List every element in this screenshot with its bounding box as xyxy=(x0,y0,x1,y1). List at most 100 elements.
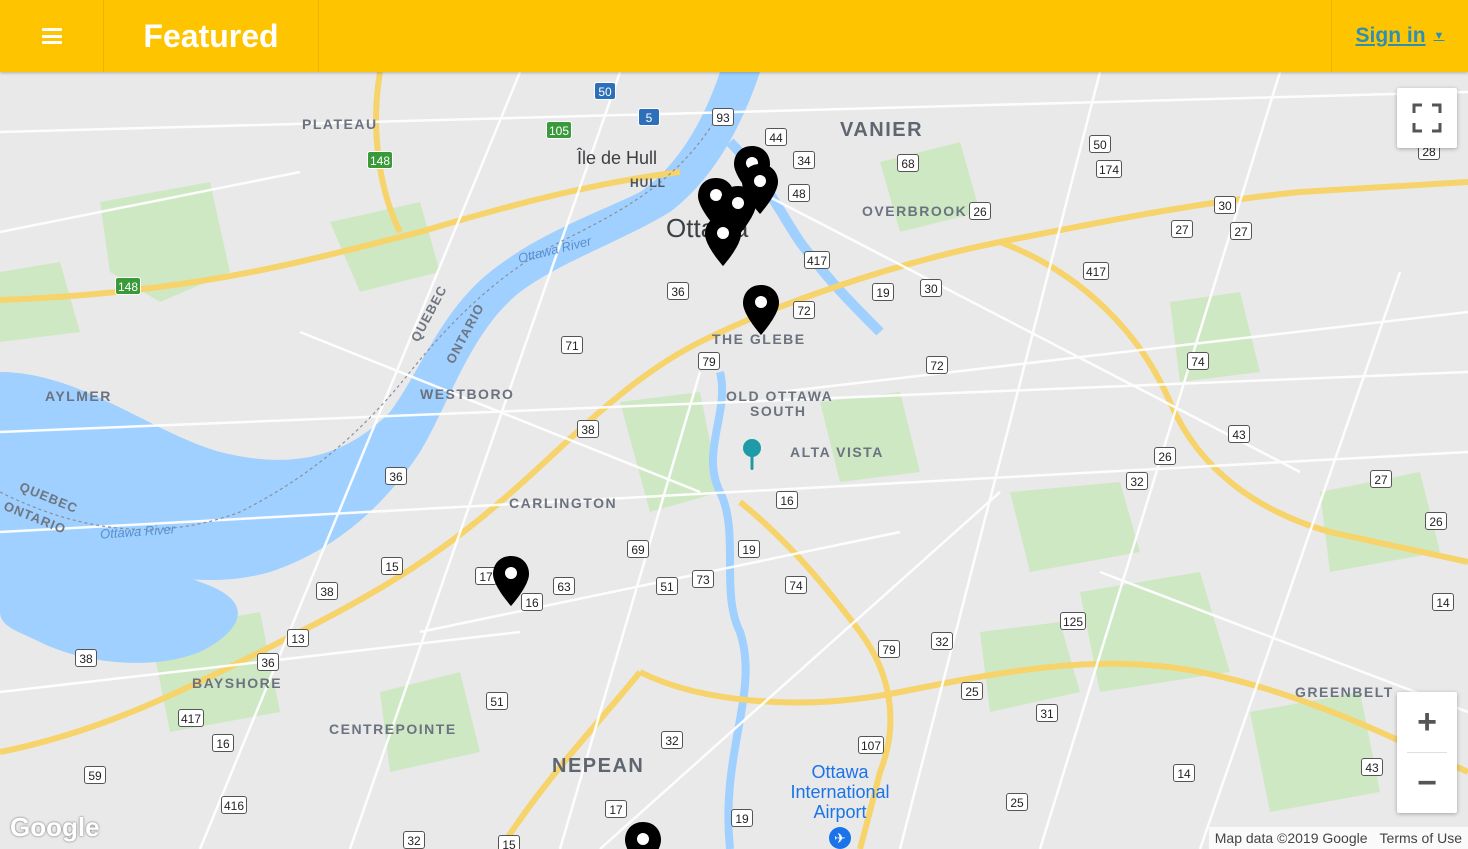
route-shield: 15 xyxy=(498,835,520,849)
route-shield: 27 xyxy=(1230,222,1252,240)
route-shield: 32 xyxy=(1126,472,1148,490)
route-shield: 43 xyxy=(1361,758,1383,776)
route-shield: 72 xyxy=(926,356,948,374)
label-ile-de-hull: Île de Hull xyxy=(577,148,658,168)
route-shield: 43 xyxy=(1228,425,1250,443)
map-pin[interactable] xyxy=(623,820,663,849)
route-shield: 15 xyxy=(381,557,403,575)
label-westboro: WESTBORO xyxy=(420,386,515,402)
route-shield: 148 xyxy=(115,277,142,295)
route-shield: 51 xyxy=(656,577,678,595)
route-shield: 174 xyxy=(1096,160,1123,178)
route-shield: 74 xyxy=(1187,352,1209,370)
page-title: Featured xyxy=(143,17,279,54)
route-shield: 417 xyxy=(804,251,831,269)
terms-of-use-link[interactable]: Terms of Use xyxy=(1374,830,1468,846)
airport-icon: ✈ xyxy=(829,827,851,849)
location-pin-icon xyxy=(743,439,761,470)
map-pin[interactable] xyxy=(703,214,743,268)
route-shield: 48 xyxy=(788,184,810,202)
route-shield: 32 xyxy=(403,831,425,849)
map-pin-icon xyxy=(493,556,529,606)
route-shield: 5 xyxy=(638,108,660,126)
route-shield: 72 xyxy=(793,301,815,319)
map-pin-icon xyxy=(625,822,661,849)
route-shield: 34 xyxy=(793,151,815,169)
route-shield: 74 xyxy=(785,576,807,594)
route-shield: 68 xyxy=(897,154,919,172)
fullscreen-icon xyxy=(1412,103,1442,133)
route-shield: 26 xyxy=(1425,512,1447,530)
label-nepean: NEPEAN xyxy=(552,755,645,777)
route-shield: 19 xyxy=(872,283,894,301)
menu-button[interactable] xyxy=(0,0,104,72)
route-shield: 31 xyxy=(1036,704,1058,722)
signin-link[interactable]: Sign in ▼ xyxy=(1356,24,1445,48)
route-shield: 14 xyxy=(1432,593,1454,611)
route-shield: 27 xyxy=(1171,220,1193,238)
route-shield: 38 xyxy=(75,649,97,667)
route-shield: 148 xyxy=(367,151,394,169)
route-shield: 50 xyxy=(1089,135,1111,153)
route-shield: 79 xyxy=(698,352,720,370)
label-airport: Ottawa International Airport xyxy=(785,762,895,822)
route-shield: 38 xyxy=(577,420,599,438)
route-shield: 417 xyxy=(1083,262,1110,280)
hamburger-icon xyxy=(41,28,62,44)
route-shield: 105 xyxy=(546,121,573,139)
label-airport-line-3: Airport xyxy=(813,802,867,822)
route-shield: 50 xyxy=(594,82,616,100)
route-shield: 73 xyxy=(692,570,714,588)
route-shield: 17 xyxy=(605,800,627,818)
signin-cell: Sign in ▼ xyxy=(1331,0,1468,72)
route-shield: 36 xyxy=(667,282,689,300)
route-shield: 51 xyxy=(486,692,508,710)
map-attribution: Map data ©2019 Google Terms of Use xyxy=(1208,827,1468,849)
zoom-controls: + − xyxy=(1397,692,1457,813)
current-location-pin[interactable] xyxy=(741,438,763,472)
route-shield: 32 xyxy=(661,731,683,749)
route-shield: 125 xyxy=(1060,612,1087,630)
route-shield: 14 xyxy=(1173,764,1195,782)
caret-down-icon: ▼ xyxy=(1433,30,1445,42)
map-pin[interactable] xyxy=(741,283,781,337)
label-bayshore: BAYSHORE xyxy=(192,675,283,691)
route-shield: 26 xyxy=(969,202,991,220)
label-carlington: CARLINGTON xyxy=(509,495,618,511)
label-centrepointe: CENTREPOINTE xyxy=(329,721,457,737)
label-hull: HULL xyxy=(630,176,666,190)
label-overbrook: OVERBROOK xyxy=(862,203,968,219)
map-pin-icon xyxy=(743,285,779,335)
label-plateau: PLATEAU xyxy=(302,116,378,132)
route-shield: 36 xyxy=(257,653,279,671)
route-shield: 16 xyxy=(776,491,798,509)
route-shield: 63 xyxy=(553,577,575,595)
title-cell: Featured xyxy=(104,0,319,72)
fullscreen-button[interactable] xyxy=(1397,88,1457,148)
route-shield: 36 xyxy=(385,467,407,485)
route-shield: 25 xyxy=(1006,793,1028,811)
map-pin[interactable] xyxy=(491,554,531,608)
label-south: SOUTH xyxy=(750,403,807,419)
route-shield: 71 xyxy=(561,336,583,354)
route-shield: 16 xyxy=(212,734,234,752)
label-aylmer: AYLMER xyxy=(45,388,112,404)
zoom-out-button[interactable]: − xyxy=(1397,753,1457,813)
route-shield: 59 xyxy=(84,766,106,784)
label-old-ottawa: OLD OTTAWA xyxy=(726,388,834,404)
zoom-in-button[interactable]: + xyxy=(1397,692,1457,752)
route-shield: 26 xyxy=(1154,447,1176,465)
signin-label: Sign in xyxy=(1355,24,1426,47)
route-shield: 416 xyxy=(221,796,248,814)
route-shield: 93 xyxy=(712,108,734,126)
route-shield: 30 xyxy=(920,279,942,297)
route-shield: 417 xyxy=(178,709,205,727)
app-header: Featured Sign in ▼ xyxy=(0,0,1468,72)
route-shield: 25 xyxy=(961,682,983,700)
route-shield: 19 xyxy=(731,809,753,827)
route-shield: 69 xyxy=(627,540,649,558)
map[interactable]: VANIER PLATEAU OVERBROOK Île de Hull HUL… xyxy=(0,72,1468,849)
label-alta-vista: ALTA VISTA xyxy=(790,444,884,460)
route-shield: 38 xyxy=(316,582,338,600)
google-logo[interactable]: Google xyxy=(10,812,100,843)
